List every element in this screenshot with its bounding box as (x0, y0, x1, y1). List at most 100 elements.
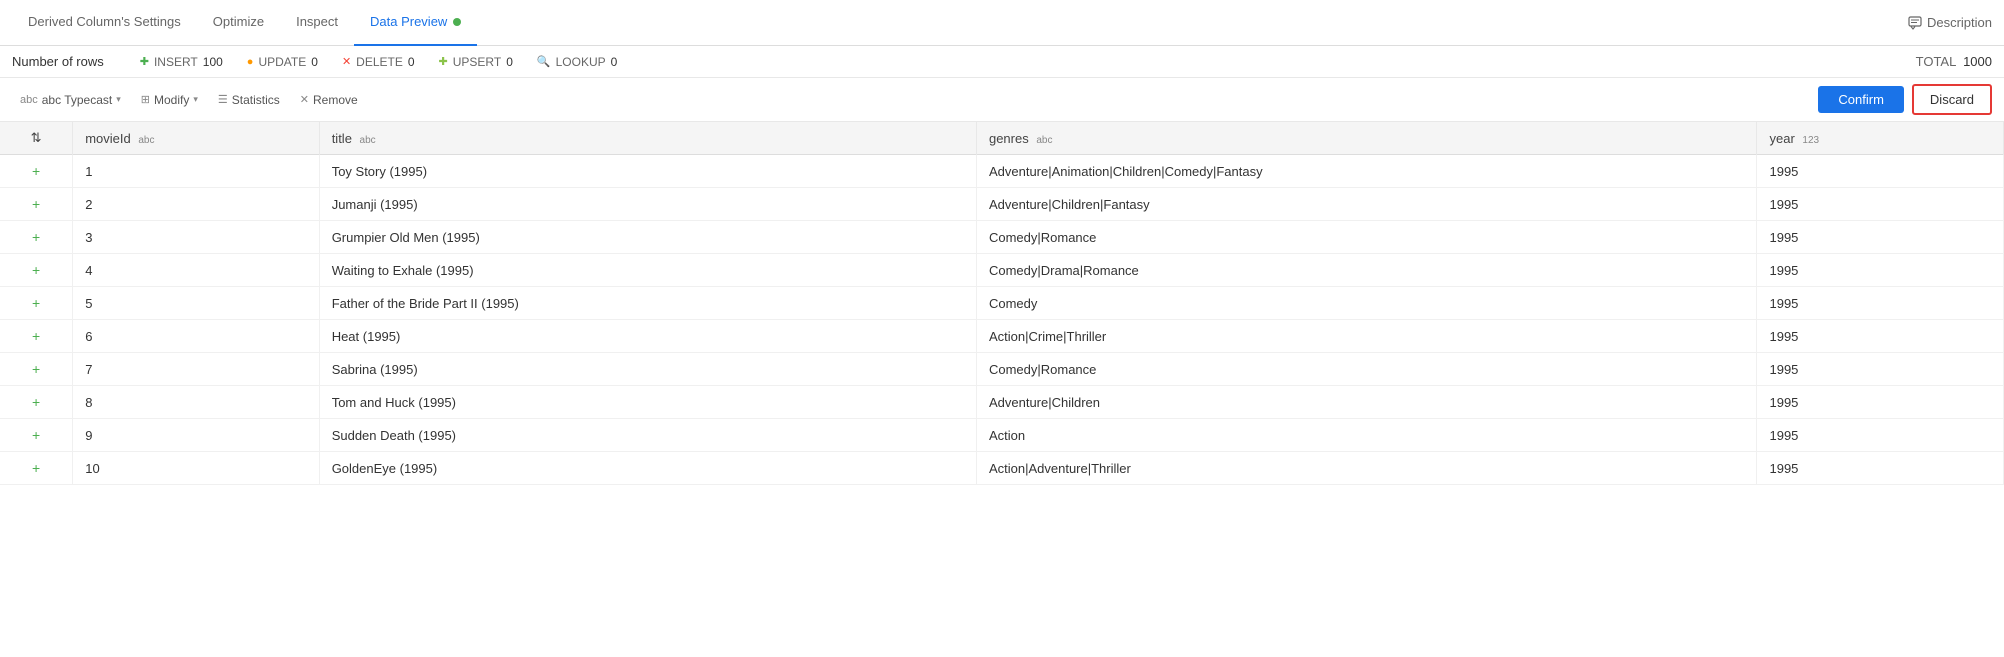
table-row: +10GoldenEye (1995)Action|Adventure|Thri… (0, 452, 2004, 485)
modify-icon: ⊞ (141, 93, 150, 106)
cell-title: Grumpier Old Men (1995) (319, 221, 976, 254)
stat-total: TOTAL 1000 (1916, 54, 1992, 69)
cell-movieId: 8 (73, 386, 319, 419)
typecast-chevron-icon: ▾ (116, 94, 121, 105)
table-row: +8Tom and Huck (1995)Adventure|Children1… (0, 386, 2004, 419)
confirm-discard-group: Confirm Discard (1818, 84, 1992, 115)
add-row-icon[interactable]: + (32, 328, 40, 344)
cell-year: 1995 (1757, 386, 2004, 419)
cell-title: GoldenEye (1995) (319, 452, 976, 485)
discard-button[interactable]: Discard (1912, 84, 1992, 115)
statistics-icon: ☰ (218, 93, 228, 106)
lookup-icon: 🔍 (537, 55, 551, 68)
add-row-icon[interactable]: + (32, 361, 40, 377)
add-row-icon[interactable]: + (32, 460, 40, 476)
header-tabs: Derived Column's Settings Optimize Inspe… (0, 0, 2004, 46)
col-header-genres[interactable]: genres abc (976, 122, 1757, 155)
cell-year: 1995 (1757, 287, 2004, 320)
modify-chevron-icon: ▾ (193, 94, 198, 105)
tab-inspect[interactable]: Inspect (280, 0, 354, 46)
stats-label: Number of rows (12, 54, 104, 69)
cell-year: 1995 (1757, 188, 2004, 221)
table-row: +2Jumanji (1995)Adventure|Children|Fanta… (0, 188, 2004, 221)
cell-movieId: 3 (73, 221, 319, 254)
col-header-year[interactable]: year 123 (1757, 122, 2004, 155)
add-row-icon[interactable]: + (32, 229, 40, 245)
description-button[interactable]: Description (1908, 15, 1992, 30)
modify-button[interactable]: ⊞ Modify ▾ (133, 89, 206, 111)
remove-icon: ✕ (300, 93, 309, 106)
table-row: +5Father of the Bride Part II (1995)Come… (0, 287, 2004, 320)
add-row-icon[interactable]: + (32, 295, 40, 311)
cell-title: Heat (1995) (319, 320, 976, 353)
cell-genres: Adventure|Animation|Children|Comedy|Fant… (976, 155, 1757, 188)
add-row-icon[interactable]: + (32, 394, 40, 410)
col-header-movieid[interactable]: movieId abc (73, 122, 319, 155)
cell-year: 1995 (1757, 254, 2004, 287)
col-header-title[interactable]: title abc (319, 122, 976, 155)
toolbar: abc abc Typecast ▾ ⊞ Modify ▾ ☰ Statisti… (0, 78, 2004, 122)
stat-delete: ✕ DELETE 0 (342, 55, 415, 69)
stat-lookup: 🔍 LOOKUP 0 (537, 55, 617, 69)
update-icon: ● (247, 56, 254, 68)
cell-movieId: 6 (73, 320, 319, 353)
data-table-container: ⇅ movieId abc title abc genres abc year … (0, 122, 2004, 485)
upsert-icon: ✚ (439, 55, 448, 68)
cell-genres: Action (976, 419, 1757, 452)
cell-title: Father of the Bride Part II (1995) (319, 287, 976, 320)
cell-movieId: 5 (73, 287, 319, 320)
stat-upsert: ✚ UPSERT 0 (439, 55, 513, 69)
table-row: +3Grumpier Old Men (1995)Comedy|Romance1… (0, 221, 2004, 254)
cell-movieId: 7 (73, 353, 319, 386)
cell-title: Sabrina (1995) (319, 353, 976, 386)
sort-arrows-icon: ⇅ (31, 130, 42, 145)
insert-icon: ✚ (140, 55, 149, 68)
cell-title: Tom and Huck (1995) (319, 386, 976, 419)
table-row: +7Sabrina (1995)Comedy|Romance1995 (0, 353, 2004, 386)
cell-title: Waiting to Exhale (1995) (319, 254, 976, 287)
add-row-icon[interactable]: + (32, 196, 40, 212)
cell-year: 1995 (1757, 221, 2004, 254)
cell-title: Sudden Death (1995) (319, 419, 976, 452)
tab-data-preview[interactable]: Data Preview (354, 0, 477, 46)
tab-derived-settings[interactable]: Derived Column's Settings (12, 0, 197, 46)
typecast-icon: abc (20, 94, 38, 106)
cell-genres: Comedy (976, 287, 1757, 320)
cell-movieId: 4 (73, 254, 319, 287)
cell-title: Jumanji (1995) (319, 188, 976, 221)
table-row: +6Heat (1995)Action|Crime|Thriller1995 (0, 320, 2004, 353)
remove-button[interactable]: ✕ Remove (292, 89, 366, 111)
cell-genres: Comedy|Romance (976, 353, 1757, 386)
data-table: ⇅ movieId abc title abc genres abc year … (0, 122, 2004, 485)
table-header-row: ⇅ movieId abc title abc genres abc year … (0, 122, 2004, 155)
delete-icon: ✕ (342, 55, 351, 68)
cell-genres: Comedy|Romance (976, 221, 1757, 254)
cell-year: 1995 (1757, 320, 2004, 353)
add-row-icon[interactable]: + (32, 427, 40, 443)
cell-genres: Adventure|Children (976, 386, 1757, 419)
cell-year: 1995 (1757, 353, 2004, 386)
statistics-button[interactable]: ☰ Statistics (210, 89, 288, 111)
cell-year: 1995 (1757, 419, 2004, 452)
cell-movieId: 2 (73, 188, 319, 221)
table-row: +4Waiting to Exhale (1995)Comedy|Drama|R… (0, 254, 2004, 287)
typecast-button[interactable]: abc abc Typecast ▾ (12, 89, 129, 111)
add-row-icon[interactable]: + (32, 262, 40, 278)
table-row: +9Sudden Death (1995)Action1995 (0, 419, 2004, 452)
stat-update: ● UPDATE 0 (247, 55, 318, 69)
cell-movieId: 10 (73, 452, 319, 485)
cell-genres: Action|Crime|Thriller (976, 320, 1757, 353)
cell-genres: Adventure|Children|Fantasy (976, 188, 1757, 221)
add-row-icon[interactable]: + (32, 163, 40, 179)
cell-genres: Comedy|Drama|Romance (976, 254, 1757, 287)
cell-movieId: 1 (73, 155, 319, 188)
cell-genres: Action|Adventure|Thriller (976, 452, 1757, 485)
data-preview-dot (453, 18, 461, 26)
table-row: +1Toy Story (1995)Adventure|Animation|Ch… (0, 155, 2004, 188)
stat-insert: ✚ INSERT 100 (140, 55, 223, 69)
confirm-button[interactable]: Confirm (1818, 86, 1904, 113)
tab-optimize[interactable]: Optimize (197, 0, 280, 46)
col-header-sort[interactable]: ⇅ (0, 122, 73, 155)
cell-year: 1995 (1757, 155, 2004, 188)
cell-year: 1995 (1757, 452, 2004, 485)
